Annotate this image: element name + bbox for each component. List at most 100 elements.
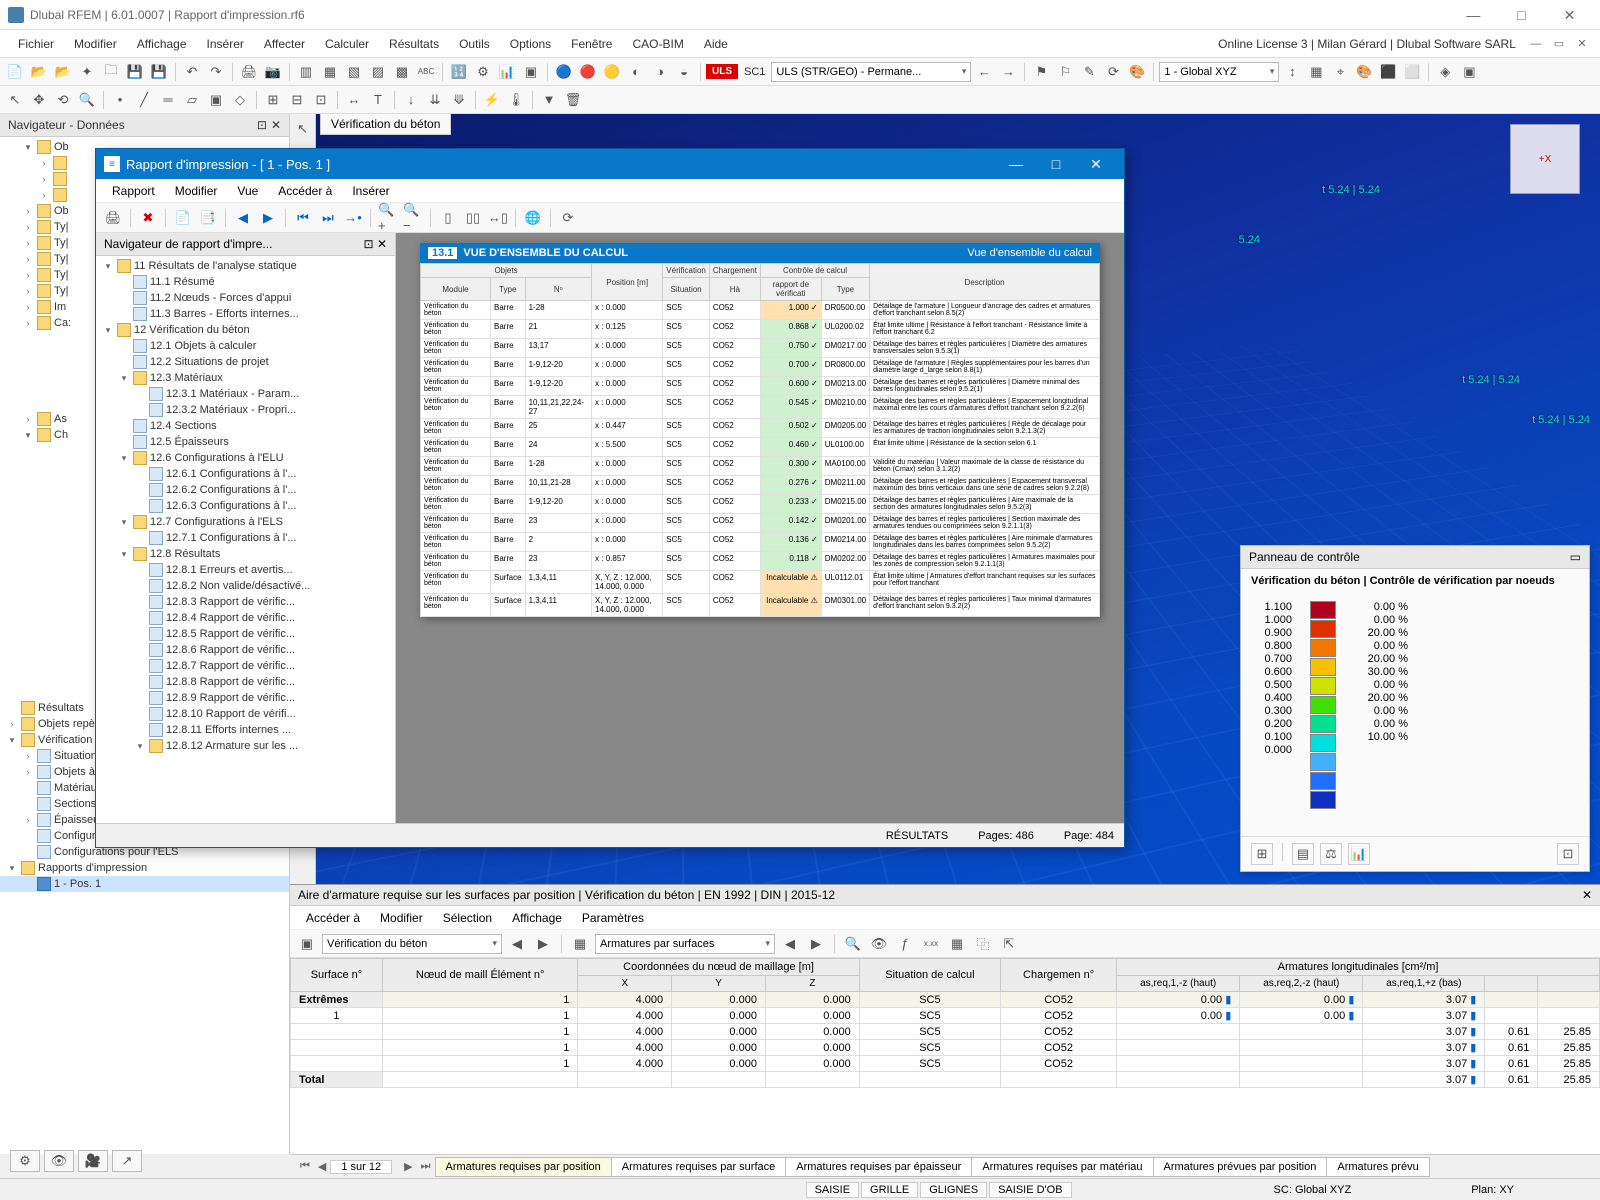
res4-icon[interactable]: ◐	[625, 61, 647, 83]
status-grille[interactable]: GRILLE	[861, 1182, 918, 1198]
new-icon[interactable]: 📄	[4, 61, 26, 83]
cp-b5-icon[interactable]: ⊡	[1557, 843, 1579, 865]
tab-armatures-epaisseur[interactable]: Armatures requises par épaisseur	[785, 1157, 972, 1177]
status-glignes[interactable]: GLIGNES	[920, 1182, 987, 1198]
print-icon[interactable]: 🖨	[238, 61, 260, 83]
nav-pin-icon[interactable]: ⊡	[257, 118, 267, 132]
bp-xxx-icon[interactable]: x.xx	[920, 933, 942, 955]
tree-row[interactable]: 12.8.7 Rapport de vérific...	[98, 658, 393, 674]
bp-fx-icon[interactable]: ƒ	[894, 933, 916, 955]
tree-row[interactable]: 12.8.3 Rapport de vérific...	[98, 594, 393, 610]
dlg-page1-icon[interactable]: ▯	[437, 207, 459, 229]
tool1-icon[interactable]: ✎	[1078, 61, 1100, 83]
view2-icon[interactable]: ▦	[319, 61, 341, 83]
grid-icon[interactable]: ▦	[1305, 61, 1327, 83]
doc-restore-icon[interactable]: ▭	[1549, 37, 1569, 50]
menu-aide[interactable]: Aide	[694, 33, 738, 55]
menu-resultats[interactable]: Résultats	[379, 33, 449, 55]
tree-row[interactable]: 12.8.1 Erreurs et avertis...	[98, 562, 393, 578]
bp-find-icon[interactable]: 🔍	[842, 933, 864, 955]
tree-row[interactable]: 11.1 Résumé	[98, 274, 393, 290]
bp-grid-icon[interactable]: ▦	[946, 933, 968, 955]
star-icon[interactable]: ✦	[76, 61, 98, 83]
res3-icon[interactable]: 🟡	[601, 61, 623, 83]
res6-icon[interactable]: ◒	[673, 61, 695, 83]
dlg-lang-icon[interactable]: 🌐	[522, 207, 544, 229]
f1-icon[interactable]: ⚡	[481, 89, 503, 111]
control-panel-close-icon[interactable]: ▭	[1570, 550, 1581, 564]
dlg-refresh-icon[interactable]: ⟳	[557, 207, 579, 229]
bt-prev-icon[interactable]: ◀	[314, 1160, 330, 1173]
tree-row[interactable]: 12.5 Épaisseurs	[98, 434, 393, 450]
folder-icon[interactable]: 🗀	[100, 61, 122, 83]
tree-row[interactable]: 12.7.1 Configurations à l'...	[98, 530, 393, 546]
uls-badge[interactable]: ULS	[706, 64, 738, 79]
bp-prev-icon[interactable]: ◀	[506, 933, 528, 955]
status-saisie-ob[interactable]: SAISIE D'OB	[989, 1182, 1071, 1198]
maximize-button[interactable]: □	[1499, 0, 1544, 30]
dlg-zoomout-icon[interactable]: 🔍−	[402, 207, 424, 229]
dialog-titlebar[interactable]: ≡ Rapport d'impression - [ 1 - Pos. 1 ] …	[96, 149, 1124, 179]
tool2-icon[interactable]: ⟳	[1102, 61, 1124, 83]
sel-icon[interactable]: ↖	[4, 89, 26, 111]
nav-close-icon[interactable]: ✕	[271, 118, 281, 132]
coord-combo[interactable]: 1 - Global XYZ	[1159, 62, 1279, 82]
tree-row[interactable]: 12.8.2 Non valide/désactivé...	[98, 578, 393, 594]
solid-icon[interactable]: ⬛	[1377, 61, 1399, 83]
view5-icon[interactable]: ▩	[391, 61, 413, 83]
tree-row[interactable]: 12.8.9 Rapport de vérific...	[98, 690, 393, 706]
bp-icon[interactable]: ▣	[296, 933, 318, 955]
close-button[interactable]: ✕	[1547, 0, 1592, 30]
tree-row[interactable]: ▾12.3 Matériaux	[98, 370, 393, 386]
zoom-icon[interactable]: 🔍	[76, 89, 98, 111]
tab-armatures-position[interactable]: Armatures requises par position	[435, 1157, 612, 1177]
bp-prev2-icon[interactable]: ◀	[779, 933, 801, 955]
wire-icon[interactable]: ⬜	[1401, 61, 1423, 83]
redo-icon[interactable]: ↷	[205, 61, 227, 83]
dialog-minimize-icon[interactable]: —	[996, 156, 1036, 173]
view-cube[interactable]: +X	[1510, 124, 1580, 194]
prev-icon[interactable]: ←	[973, 61, 995, 83]
text-icon[interactable]: T	[367, 89, 389, 111]
tree-row[interactable]: 11.2 Nœuds - Forces d'appui	[98, 290, 393, 306]
dlg-nav-pin-icon[interactable]: ⊡	[364, 237, 374, 251]
dialog-maximize-icon[interactable]: □	[1036, 156, 1076, 173]
res5-icon[interactable]: ◑	[649, 61, 671, 83]
dlg-first-icon[interactable]: ⏮	[292, 207, 314, 229]
doc-minimize-icon[interactable]: —	[1526, 38, 1546, 50]
open-icon2[interactable]: ◇	[229, 89, 251, 111]
dlg-prev-icon[interactable]: ◀	[232, 207, 254, 229]
tree-row[interactable]: 12.2 Situations de projet	[98, 354, 393, 370]
dlg-menu-modifier[interactable]: Modifier	[165, 181, 228, 201]
tree-row[interactable]: 11.3 Barres - Efforts internes...	[98, 306, 393, 322]
dlg-del-icon[interactable]: ✖	[137, 207, 159, 229]
dlg-hdr-icon[interactable]: 📄	[172, 207, 194, 229]
dlg-print-icon[interactable]: 🖨	[102, 207, 124, 229]
render-icon[interactable]: 🎨	[1353, 61, 1375, 83]
bp-next-icon[interactable]: ▶	[532, 933, 554, 955]
dlg-menu-inserer[interactable]: Insérer	[342, 181, 399, 201]
bp-menu-parametres[interactable]: Paramètres	[572, 909, 654, 927]
open2-icon[interactable]: 📂	[52, 61, 74, 83]
abc-icon[interactable]: ABC	[415, 61, 437, 83]
menu-affichage[interactable]: Affichage	[127, 33, 197, 55]
dlg-menu-rapport[interactable]: Rapport	[102, 181, 165, 201]
load3-icon[interactable]: ⟱	[448, 89, 470, 111]
bp-menu-selection[interactable]: Sélection	[433, 909, 502, 927]
bp-next2-icon[interactable]: ▶	[805, 933, 827, 955]
bp-menu-acceder[interactable]: Accéder à	[296, 909, 370, 927]
tree-row[interactable]: ▾11 Résultats de l'analyse statique	[98, 258, 393, 274]
tree-row[interactable]: 12.8.6 Rapport de vérific...	[98, 642, 393, 658]
tree-row[interactable]: ▾12.6 Configurations à l'ELU	[98, 450, 393, 466]
tree-row[interactable]: 12.8.11 Efforts internes ...	[98, 722, 393, 738]
bp-export-icon[interactable]: ⇱	[998, 933, 1020, 955]
status-saisie[interactable]: SAISIE	[806, 1182, 859, 1198]
cp-b4-icon[interactable]: 📊	[1348, 843, 1370, 865]
dialog-page-view[interactable]: 13.1 VUE D'ENSEMBLE DU CALCUL Vue d'ense…	[396, 233, 1124, 823]
persp-icon[interactable]: ▣	[1458, 61, 1480, 83]
view4-icon[interactable]: ▨	[367, 61, 389, 83]
tree-row[interactable]: 12.4 Sections	[98, 418, 393, 434]
vb-arrow-icon[interactable]: ↗	[112, 1150, 142, 1172]
res2-icon[interactable]: 🔴	[577, 61, 599, 83]
menu-outils[interactable]: Outils	[449, 33, 500, 55]
